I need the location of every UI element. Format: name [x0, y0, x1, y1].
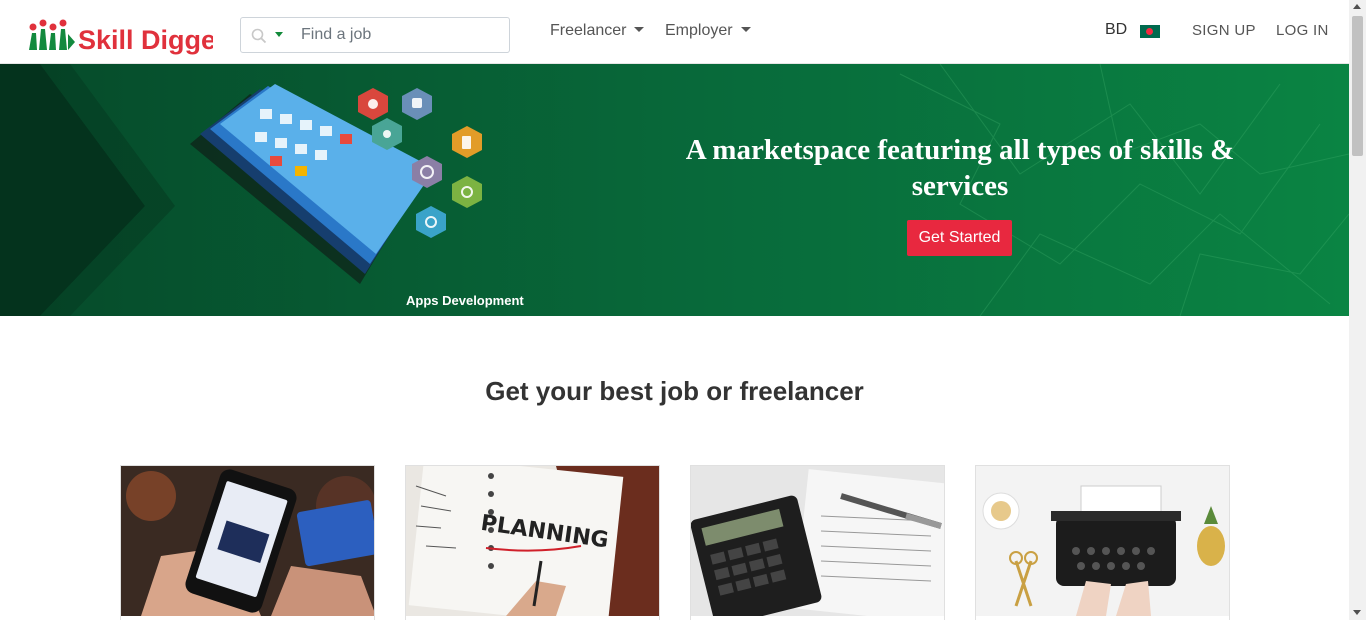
section-title: Get your best job or freelancer [485, 376, 864, 406]
planning-notebook-image: PLANNING [406, 466, 659, 616]
chevron-down-icon [740, 27, 751, 32]
scroll-thumb[interactable] [1352, 16, 1363, 156]
skill-digger-logo-icon: Skill Digger [29, 19, 213, 55]
hero-title: A marketspace featuring all types of ski… [685, 134, 1235, 202]
apps-development-illustration [190, 84, 482, 284]
sign-up-link[interactable]: SIGN UP [1192, 22, 1256, 39]
country-code[interactable]: BD [1105, 21, 1127, 39]
search-box[interactable] [240, 17, 510, 53]
freelancer-dropdown-label: Freelancer [550, 22, 627, 39]
search-input[interactable] [301, 23, 501, 47]
get-started-button[interactable]: Get Started [907, 220, 1012, 256]
hero-chevron-shape [0, 64, 175, 316]
employer-dropdown[interactable]: Employer [665, 22, 751, 40]
category-card[interactable]: PLANNING [405, 465, 660, 620]
freelancer-dropdown[interactable]: Freelancer [550, 22, 645, 40]
logo-text: Skill Digger [78, 25, 213, 55]
category-card[interactable] [975, 465, 1230, 620]
employer-dropdown-label: Employer [665, 22, 733, 39]
category-card[interactable] [120, 465, 375, 620]
navbar: Skill Digger Freelancer Employer BD SIGN… [0, 0, 1349, 64]
hero-caption: Apps Development [406, 293, 524, 308]
flag-circle [1146, 28, 1153, 35]
category-card[interactable] [690, 465, 945, 620]
phone-shopping-image [121, 466, 374, 616]
calculator-image [691, 466, 944, 616]
page: Skill Digger Freelancer Employer BD SIGN… [0, 0, 1349, 620]
search-icon [251, 28, 267, 44]
bangladesh-flag-icon[interactable] [1140, 25, 1160, 38]
search-category-dropdown-icon[interactable] [275, 32, 283, 37]
log-in-link[interactable]: LOG IN [1276, 22, 1329, 39]
chevron-down-icon [634, 27, 645, 32]
typewriter-image [976, 466, 1229, 616]
scroll-up-arrow-icon[interactable] [1353, 4, 1361, 9]
vertical-scrollbar[interactable] [1349, 0, 1366, 620]
logo[interactable]: Skill Digger [28, 12, 213, 58]
hero-banner: Apps Development A marketspace featuring… [0, 64, 1349, 316]
scroll-down-arrow-icon[interactable] [1353, 610, 1361, 615]
